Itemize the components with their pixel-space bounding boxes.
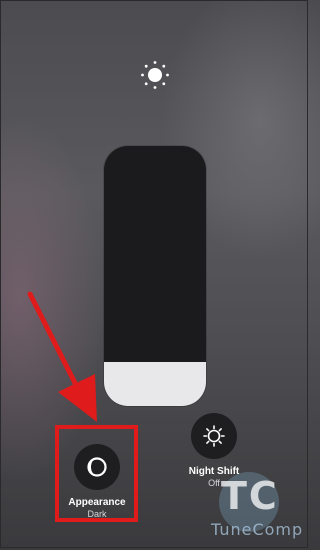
tunecomp-watermark: TC TuneComp bbox=[205, 470, 305, 540]
watermark-text: TuneComp bbox=[211, 520, 304, 539]
watermark-letters: TC bbox=[221, 474, 279, 518]
annotation-arrow bbox=[27, 291, 97, 422]
